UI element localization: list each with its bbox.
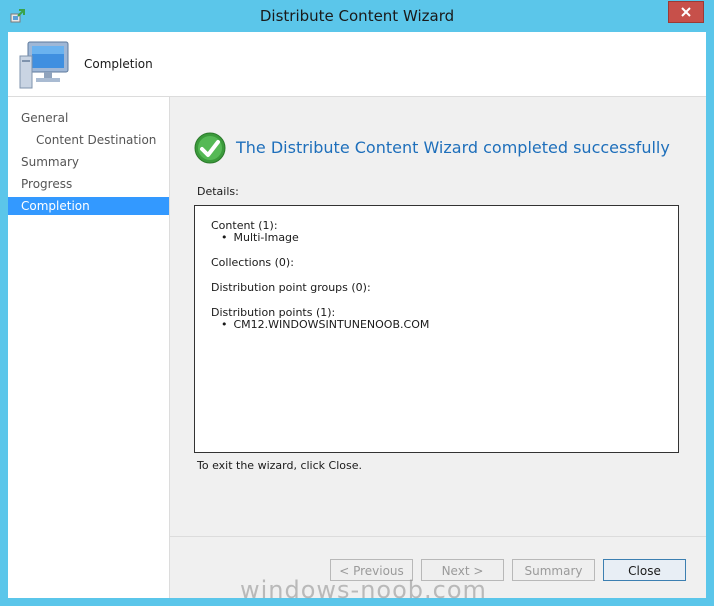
- close-icon: [681, 7, 691, 17]
- nav-item-label: Summary: [21, 155, 79, 169]
- details-label: Details:: [197, 185, 239, 198]
- nav-item-progress[interactable]: Progress: [8, 175, 169, 193]
- nav-item-label: Content Destination: [36, 133, 157, 147]
- window-close-button[interactable]: [668, 1, 704, 23]
- wizard-nav: General Content Destination Summary Prog…: [8, 97, 170, 598]
- details-dp-item: CM12.WINDOWSINTUNENOOB.COM: [221, 318, 430, 331]
- computer-icon: [18, 40, 74, 90]
- summary-button[interactable]: Summary: [512, 559, 595, 581]
- nav-item-label: Completion: [21, 199, 90, 213]
- window-title: Distribute Content Wizard: [259, 7, 455, 25]
- details-box[interactable]: Content (1): Multi-Image Collections (0)…: [194, 205, 679, 453]
- watermark: windows-noob.com: [240, 576, 487, 604]
- wizard-client-area: Completion General Content Destination S…: [8, 32, 706, 598]
- nav-item-content-destination[interactable]: Content Destination: [8, 131, 169, 149]
- wizard-header: Completion: [8, 32, 706, 97]
- details-dp-groups-heading: Distribution point groups (0):: [211, 281, 371, 294]
- footer-divider: [170, 536, 706, 537]
- details-collections-heading: Collections (0):: [211, 256, 294, 269]
- title-bar[interactable]: Distribute Content Wizard: [0, 0, 714, 32]
- completion-headline: The Distribute Content Wizard completed …: [236, 138, 670, 157]
- wizard-window: Distribute Content Wizard Completion Gen…: [0, 0, 714, 606]
- nav-item-completion[interactable]: Completion: [8, 197, 169, 215]
- nav-item-label: Progress: [21, 177, 73, 191]
- page-title: Completion: [84, 57, 153, 71]
- nav-item-general[interactable]: General: [8, 109, 169, 127]
- exit-instructions: To exit the wizard, click Close.: [197, 459, 362, 472]
- wizard-content: The Distribute Content Wizard completed …: [170, 97, 706, 598]
- details-content-item: Multi-Image: [221, 231, 299, 244]
- nav-item-summary[interactable]: Summary: [8, 153, 169, 171]
- nav-item-label: General: [21, 111, 69, 125]
- close-button[interactable]: Close: [603, 559, 686, 581]
- success-check-icon: [194, 132, 226, 164]
